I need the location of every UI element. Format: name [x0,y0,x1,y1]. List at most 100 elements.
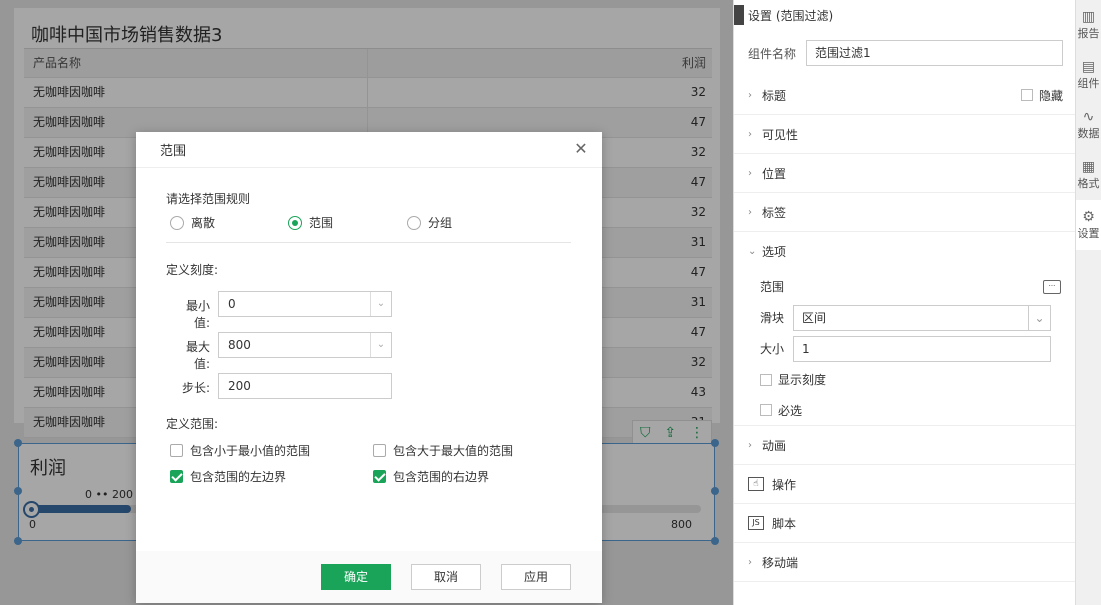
section-label: 可见性 [762,127,799,142]
checkbox-label: 包含范围的右边界 [393,470,490,484]
section-label-settings[interactable]: › 标签 [734,193,1075,232]
section-label: 位置 [762,166,787,181]
close-icon[interactable]: ✕ [572,140,590,158]
data-icon: ∿ [1082,109,1095,125]
chevron-right-icon: › [748,556,752,568]
tab-settings[interactable]: ⚙ 设置 [1076,200,1101,250]
min-value-label: 最小值: [185,299,210,330]
checkbox[interactable] [170,470,183,483]
section-script[interactable]: JS 脚本 [734,504,1075,543]
step-value-text: 200 [228,379,251,393]
required-label: 必选 [778,403,803,418]
max-value-input[interactable]: 800 ⌄ [218,332,392,358]
range-settings-icon[interactable]: ··· [1043,279,1061,294]
section-operation[interactable]: ☝ 操作 [734,465,1075,504]
section-label: 选项 [762,245,787,259]
cancel-button[interactable]: 取消 [411,564,481,590]
max-value-label: 最大值: [185,340,210,371]
checkbox-label: 包含小于最小值的范围 [190,444,311,458]
collapse-handle[interactable] [734,5,744,25]
section-label: 标题 [762,88,787,103]
scale-label: 定义刻度: [166,263,219,277]
option-size-row: 大小 1 [734,333,1075,364]
panel-header: 设置 (范围过滤) [734,0,1075,30]
chevron-right-icon: › [748,439,752,451]
section-animation[interactable]: › 动画 [734,426,1075,465]
range-dialog: 范围 ✕ 请选择范围规则 离散 范围 分组 定义刻度: 最小值: 0 ⌄ 最大值:… [136,132,602,603]
section-position[interactable]: › 位置 [734,154,1075,193]
radio-range[interactable]: 范围 [288,214,333,231]
size-label: 大小 [760,342,785,356]
component-icon: ▤ [1081,59,1096,75]
rule-label: 请选择范围规则 [166,192,251,206]
include-left-bound[interactable]: 包含范围的左边界 [170,468,286,485]
hide-title-checkbox[interactable] [1020,89,1033,101]
define-range-label: 定义范围: [166,417,219,431]
section-label: 脚本 [772,516,797,531]
ok-button[interactable]: 确定 [321,564,391,590]
step-input[interactable]: 200 [218,373,392,399]
section-options[interactable]: ⌄ 选项 [734,232,1075,271]
checkbox[interactable] [373,444,386,457]
checkbox-label: 包含范围的左边界 [190,470,287,484]
side-tab-bar: ▥ 报告 ▤ 组件 ∿ 数据 ▦ 格式 ⚙ 设置 [1075,0,1101,605]
section-title[interactable]: › 标题 隐藏 [734,76,1075,115]
option-show-scale-row[interactable]: 显示刻度 [734,364,1075,395]
include-right-bound[interactable]: 包含范围的右边界 [373,468,489,485]
tab-label: 格式 [1077,177,1100,190]
chevron-down-icon: ⌄ [1028,305,1050,330]
chevron-right-icon: › [748,89,752,101]
section-visibility[interactable]: › 可见性 [734,115,1075,154]
tab-label: 数据 [1077,127,1100,140]
section-label: 移动端 [762,555,799,570]
section-label: 标签 [762,205,787,220]
include-less-than-min[interactable]: 包含小于最小值的范围 [170,442,310,459]
min-value-input[interactable]: 0 ⌄ [218,291,392,317]
gear-icon: ⚙ [1082,209,1095,225]
radio-discrete[interactable]: 离散 [170,214,215,231]
tab-component[interactable]: ▤ 组件 [1076,50,1101,100]
dialog-title: 范围 [160,144,187,159]
max-value-text: 800 [228,338,251,352]
step-label: 步长: [181,381,210,395]
component-name-input[interactable]: 范围过滤1 [806,40,1063,66]
option-slider-row: 滑块 区间 ⌄ [734,302,1075,333]
section-label: 操作 [772,477,797,492]
radio-group[interactable]: 分组 [407,214,452,231]
checkbox-label: 包含大于最大值的范围 [393,444,514,458]
checkbox[interactable] [373,470,386,483]
dialog-header: 范围 ✕ [136,132,602,168]
radio-button[interactable] [407,215,421,230]
radio-label: 分组 [428,216,453,230]
report-icon: ▥ [1081,9,1096,25]
apply-button[interactable]: 应用 [501,564,571,590]
option-required-row[interactable]: 必选 [734,395,1075,426]
js-icon: JS [748,516,764,530]
chevron-down-icon[interactable]: ⌄ [370,333,391,357]
tab-label: 设置 [1077,227,1100,240]
include-greater-than-max[interactable]: 包含大于最大值的范围 [373,442,513,459]
slider-select-value: 区间 [802,310,827,325]
radio-label: 离散 [191,216,216,230]
required-checkbox[interactable] [760,404,772,416]
component-name-label: 组件名称 [748,46,797,61]
section-mobile[interactable]: › 移动端 [734,543,1075,582]
show-scale-label: 显示刻度 [778,373,827,387]
divider [166,242,571,243]
panel-title: 设置 (范围过滤) [748,8,834,23]
tab-data[interactable]: ∿ 数据 [1076,100,1101,150]
slider-select[interactable]: 区间 ⌄ [793,304,1051,331]
chevron-down-icon[interactable]: ⌄ [370,292,391,316]
checkbox[interactable] [170,444,183,457]
option-range-row: 范围 ··· [734,271,1075,302]
range-label: 范围 [760,280,785,294]
tab-report[interactable]: ▥ 报告 [1076,0,1101,50]
show-scale-checkbox[interactable] [760,373,772,386]
settings-panel: 设置 (范围过滤) 组件名称 范围过滤1 › 标题 隐藏 › 可见性 › 位置 … [733,0,1075,605]
chevron-right-icon: › [748,206,752,218]
tab-format[interactable]: ▦ 格式 [1076,150,1101,200]
radio-button[interactable] [170,215,184,230]
radio-button[interactable] [288,215,302,230]
size-input[interactable]: 1 [793,335,1051,362]
operation-icon: ☝ [748,477,764,491]
